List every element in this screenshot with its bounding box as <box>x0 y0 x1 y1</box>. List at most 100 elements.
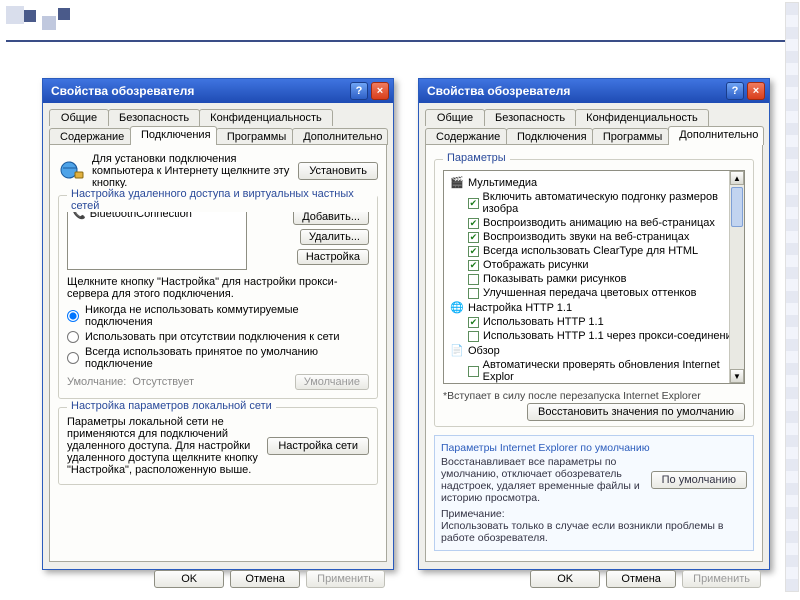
tab-connections[interactable]: Подключения <box>506 128 593 145</box>
cancel-button[interactable]: Отмена <box>606 570 676 588</box>
dialog-footer: OK Отмена Применить <box>43 562 393 588</box>
default-value: Отсутствует <box>132 376 288 388</box>
tab-advanced[interactable]: Дополнительно <box>668 126 764 145</box>
tab-general[interactable]: Общие <box>425 109 485 126</box>
tree-checkbox-item[interactable]: ✔ Всегда использовать ClearType для HTML <box>446 244 742 258</box>
tab-security[interactable]: Безопасность <box>108 109 200 126</box>
settings-tree[interactable]: ▲ ▼ 🎬 Мультимедиа ✔ Включить автоматическую… <box>443 170 745 384</box>
setup-button[interactable]: Установить <box>298 162 378 180</box>
tab-connections[interactable]: Подключения <box>130 126 217 145</box>
radio-always-dial[interactable]: Всегда использовать принятое по умолчани… <box>67 346 369 370</box>
scroll-thumb[interactable] <box>731 187 743 227</box>
tree-checkbox-item[interactable]: ✔Воспроизводить звуки на веб-страницах <box>446 230 742 244</box>
radio-dial-when-no-net[interactable]: Использовать при отсутствии подключения … <box>67 331 369 343</box>
reset-text: Восстанавливает все параметры по умолчан… <box>441 456 645 504</box>
cancel-button[interactable]: Отмена <box>230 570 300 588</box>
restore-defaults-button[interactable]: Восстановить значения по умолчанию <box>527 403 745 421</box>
radio-label: Никогда не использовать коммутируемые по… <box>85 304 369 328</box>
tree-category[interactable]: 📄 Обзор <box>446 343 742 358</box>
radio-label: Использовать при отсутствии подключения … <box>85 331 340 343</box>
checkbox-icon[interactable]: ✔ <box>468 274 479 285</box>
tree-checkbox-item[interactable]: ✔ Автоматически проверять обновления Inte… <box>446 358 742 384</box>
tree-checkbox-item[interactable]: ✔ Отображать рисунки <box>446 258 742 272</box>
tree-label: Автоматически проверять обновления Inter… <box>483 359 742 383</box>
group-dialup: Настройка удаленного доступа и виртуальн… <box>58 195 378 399</box>
checkbox-icon[interactable]: ✔ <box>468 198 479 209</box>
tree-checkbox-item[interactable]: ✔ Воспроизводить анимацию на веб-страница… <box>446 216 742 230</box>
checkbox-icon[interactable]: ✔ <box>468 232 479 243</box>
tab-security[interactable]: Безопасность <box>484 109 576 126</box>
radio-never-dial[interactable]: Никогда не использовать коммутируемые по… <box>67 304 369 328</box>
tree-checkbox-item[interactable]: ✔ Показывать рамки рисунков <box>446 272 742 286</box>
settings-button[interactable]: Настройка <box>297 249 369 265</box>
radio-label: Всегда использовать принятое по умолчани… <box>85 346 369 370</box>
reset-note-text: Использовать только в случае если возник… <box>441 520 723 544</box>
slide-scroll-decoration <box>785 2 799 592</box>
checkbox-icon[interactable]: ✔ <box>468 317 479 328</box>
help-button[interactable]: ? <box>726 82 744 100</box>
apply-button: Применить <box>682 570 761 588</box>
dialog-advanced: Свойства обозревателя ? × Общие Безопасн… <box>418 78 770 570</box>
checkbox-icon[interactable]: ✔ <box>468 366 479 377</box>
tab-content[interactable]: Содержание <box>425 128 507 145</box>
help-button[interactable]: ? <box>350 82 368 100</box>
tree-checkbox-item[interactable]: ✔ Включить автоматическую подгонку размер… <box>446 190 742 216</box>
tree-label: Отображать рисунки <box>483 259 588 271</box>
tree-label: Всегда использовать ClearType для HTML <box>483 245 698 257</box>
ok-button[interactable]: OK <box>530 570 600 588</box>
group-settings: Параметры ▲ ▼ 🎬Мультимедиа✔Включить авто… <box>434 159 754 427</box>
checkbox-icon[interactable]: ✔ <box>468 331 479 342</box>
slide-decoration <box>6 6 70 30</box>
checkbox-icon[interactable]: ✔ <box>468 218 479 229</box>
tab-general[interactable]: Общие <box>49 109 109 126</box>
tree-label: Показывать рамки рисунков <box>483 273 627 285</box>
tree-checkbox-item[interactable]: ✔ Использовать HTTP 1.1 <box>446 315 742 329</box>
checkbox-icon[interactable]: ✔ <box>468 288 479 299</box>
settings-legend: Параметры <box>443 152 510 164</box>
scroll-up-icon[interactable]: ▲ <box>730 171 744 185</box>
close-button[interactable]: × <box>371 82 389 100</box>
tab-advanced[interactable]: Дополнительно <box>292 128 388 145</box>
multimedia-icon: 🎬 <box>450 176 464 189</box>
browser-icon: 📄 <box>450 344 464 357</box>
dialog-footer: OK Отмена Применить <box>419 562 769 588</box>
tab-programs[interactable]: Программы <box>592 128 669 145</box>
lan-text: Параметры локальной сети не применяются … <box>67 416 261 476</box>
tree-label: Мультимедиа <box>468 177 537 189</box>
connections-list[interactable]: 📞 BluetoothConnection <box>67 204 247 270</box>
lan-settings-button[interactable]: Настройка сети <box>267 437 369 455</box>
scrollbar[interactable]: ▲ ▼ <box>729 171 744 383</box>
tabpanel-connections: Для установки подключения компьютера к И… <box>49 144 387 562</box>
tree-category[interactable]: 🎬 Мультимедиа <box>446 175 742 190</box>
tree-category[interactable]: 🌐Настройка HTTP 1.1 <box>446 300 742 315</box>
scroll-down-icon[interactable]: ▼ <box>730 369 744 383</box>
tree-label: Включить автоматическую подгонку размеро… <box>483 191 742 215</box>
restart-note: *Вступает в силу после перезапуска Inter… <box>443 390 745 402</box>
tree-label: Использовать HTTP 1.1 <box>483 316 604 328</box>
tree-label: Воспроизводить анимацию на веб-страницах <box>483 217 715 229</box>
close-button[interactable]: × <box>747 82 765 100</box>
apply-button: Применить <box>306 570 385 588</box>
tree-label: Обзор <box>468 345 500 357</box>
tab-privacy[interactable]: Конфиденциальность <box>199 109 333 126</box>
tab-content[interactable]: Содержание <box>49 128 131 145</box>
reset-button[interactable]: По умолчанию <box>651 471 747 489</box>
deco-square <box>42 16 56 30</box>
tab-programs[interactable]: Программы <box>216 128 293 145</box>
ok-button[interactable]: OK <box>154 570 224 588</box>
deco-square <box>6 6 24 24</box>
tab-privacy[interactable]: Конфиденциальность <box>575 109 709 126</box>
checkbox-icon[interactable]: ✔ <box>468 246 479 257</box>
group-lan: Настройка параметров локальной сети Пара… <box>58 407 378 485</box>
remove-button[interactable]: Удалить... <box>300 229 369 245</box>
setup-text: Для установки подключения компьютера к И… <box>92 153 292 189</box>
dialog-connections: Свойства обозревателя ? × Общие Безопасн… <box>42 78 394 570</box>
slide-separator <box>6 40 790 42</box>
tree-label: Настройка HTTP 1.1 <box>468 302 572 314</box>
tree-checkbox-item[interactable]: ✔Использовать HTTP 1.1 через прокси-соед… <box>446 329 742 343</box>
dialup-legend: Настройка удаленного доступа и виртуальн… <box>67 188 377 212</box>
lan-legend: Настройка параметров локальной сети <box>67 400 276 412</box>
checkbox-icon[interactable]: ✔ <box>468 260 479 271</box>
tabpanel-advanced: Параметры ▲ ▼ 🎬 Мультимедиа ✔ Включить авто… <box>425 144 763 562</box>
tree-checkbox-item[interactable]: ✔Улучшенная передача цветовых оттенков <box>446 286 742 300</box>
